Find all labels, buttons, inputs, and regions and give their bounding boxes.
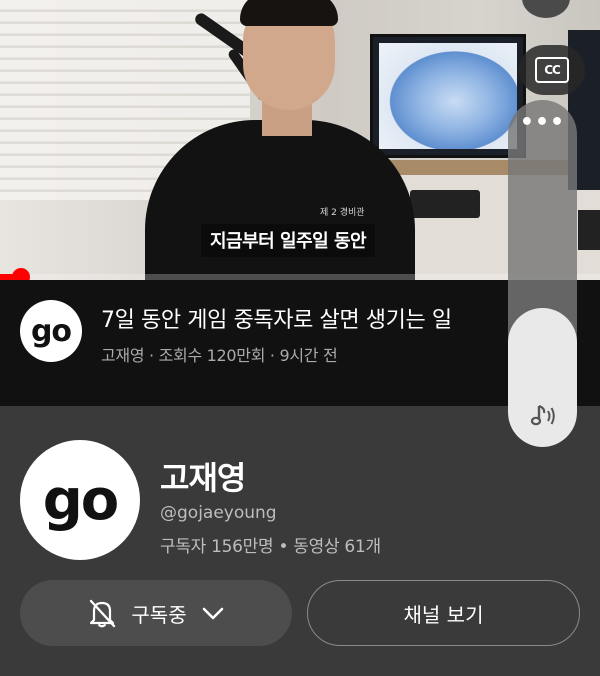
keyboard [410,190,480,218]
view-channel-button[interactable]: 채널 보기 [307,580,580,646]
second-keyboard [578,210,600,250]
channel-avatar-small[interactable]: go [20,300,82,362]
bell-off-icon [90,599,116,628]
video-meta: 고재영 · 조회수 120만회 · 9시간 전 [101,346,338,365]
video-caption: 지금부터 일주일 동안 [201,224,376,257]
closed-captions-button[interactable]: CC [519,45,585,95]
chevron-down-icon [202,607,223,620]
closed-captions-icon: CC [535,57,569,83]
volume-slider[interactable]: ••• [508,100,577,447]
subscribed-label: 구독중 [131,602,187,627]
person-hair [240,0,338,26]
channel-handle: @gojaeyoung [160,503,277,523]
music-volume-icon [530,404,555,426]
more-dots-icon[interactable]: ••• [508,112,577,134]
app-root: 제 2 경비관 지금부터 일주일 동안 CC go 7일 동안 게임 중독자로 … [0,0,600,676]
channel-name[interactable]: 고재영 [160,453,246,499]
channel-avatar[interactable]: go [20,440,140,560]
subscribed-button[interactable]: 구독중 [20,580,292,646]
shirt-print: 제 2 경비관 [320,208,365,218]
monitor [370,34,526,158]
video-title[interactable]: 7일 동안 게임 중독자로 살면 생기는 일 [101,302,452,334]
channel-stats: 구독자 156만명 • 동영상 61개 [160,537,381,557]
